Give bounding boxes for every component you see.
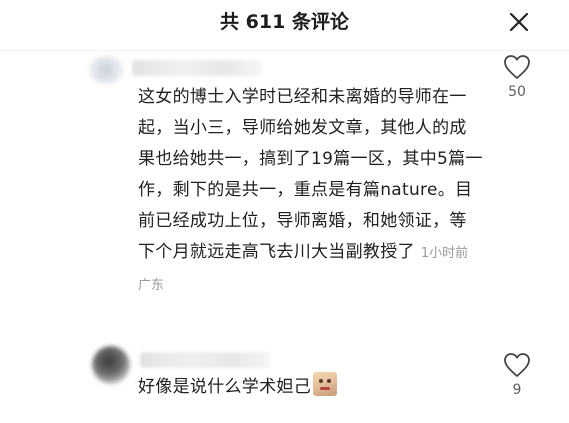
- comment-body: 这女的博士入学时已经和未离婚的导师在一起，当小三，导师给她发文章，其他人的成果也…: [138, 87, 483, 262]
- comment-text: 这女的博士入学时已经和未离婚的导师在一起，当小三，导师给她发文章，其他人的成果也…: [138, 82, 483, 301]
- comments-header: 共 611 条评论: [0, 0, 569, 51]
- close-icon[interactable]: [505, 8, 533, 36]
- comment-text: 好像是说什么学术妲己: [138, 372, 483, 399]
- close-button[interactable]: [505, 8, 533, 36]
- sticker-emoji-icon: [313, 372, 337, 396]
- comments-title: 共 611 条评论: [220, 11, 349, 33]
- comment-time: 1小时前: [420, 246, 469, 261]
- like-control[interactable]: 9: [497, 352, 537, 398]
- heart-outline-icon[interactable]: [503, 54, 531, 80]
- like-control[interactable]: 50: [497, 54, 537, 100]
- comment-location: 广东: [138, 278, 165, 293]
- username-redacted[interactable]: [132, 60, 262, 76]
- like-count: 50: [508, 84, 526, 100]
- avatar[interactable]: [92, 346, 130, 384]
- avatar[interactable]: [88, 56, 124, 84]
- like-count: 9: [512, 382, 522, 398]
- comment-item: 这女的博士入学时已经和未离婚的导师在一起，当小三，导师给她发文章，其他人的成果也…: [0, 50, 569, 338]
- heart-outline-icon[interactable]: [503, 352, 531, 378]
- comment-item: 好像是说什么学术妲己 9: [0, 338, 569, 423]
- comment-body: 好像是说什么学术妲己: [138, 377, 311, 397]
- username-redacted[interactable]: [140, 352, 270, 368]
